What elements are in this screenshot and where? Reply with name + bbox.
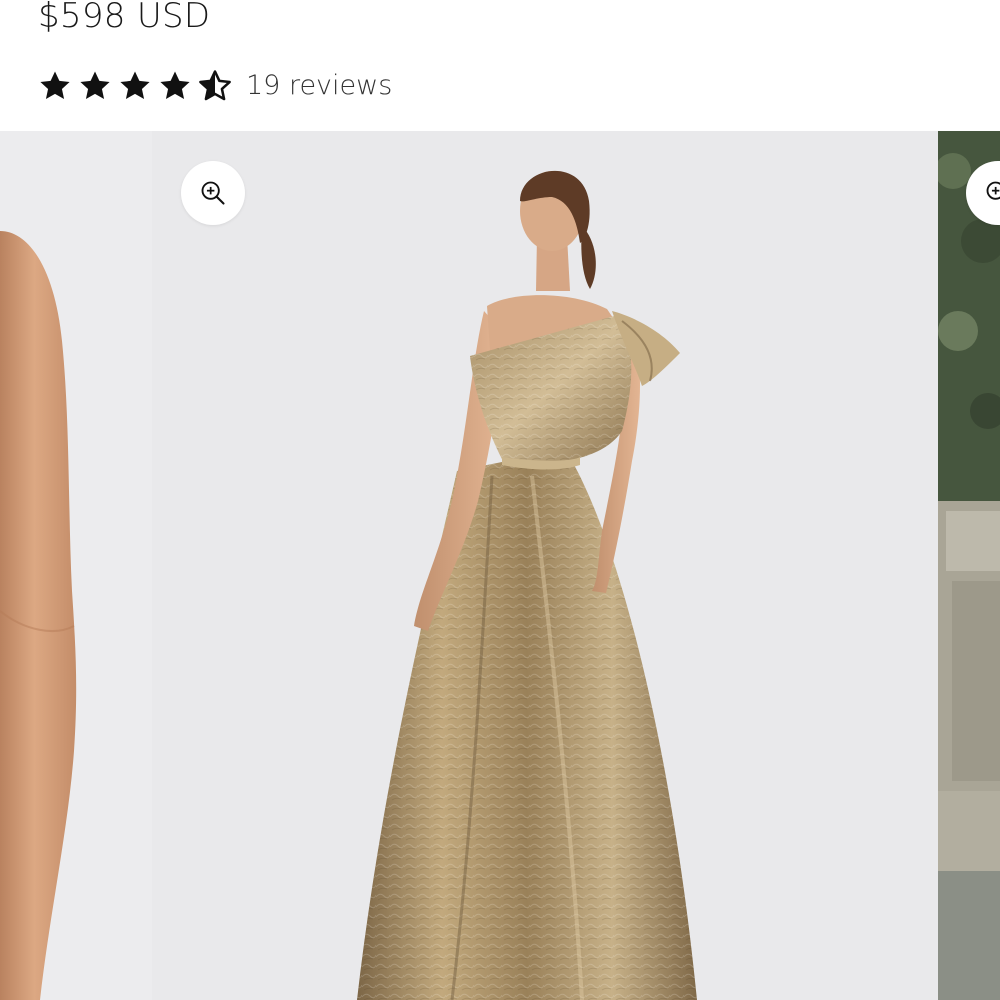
gallery-slide-gown-back[interactable] [152,131,938,1000]
star-full-icon [40,71,70,100]
product-price: $598 USD [38,0,211,36]
garden-stone-photo [938,131,1000,1000]
zoom-in-icon [201,181,225,205]
reviews-count-link[interactable]: 19 reviews [246,66,392,106]
product-header: $598 USD 19 reviews [0,0,1000,131]
star-half-icon [199,70,231,101]
gold-gown-back-view-photo [152,131,938,1000]
arm-closeup-photo [0,131,152,1000]
product-image-gallery[interactable] [0,131,1000,1000]
star-full-icon [80,71,110,100]
star-full-icon [120,71,150,100]
zoom-button[interactable] [181,161,245,225]
rating-stars [38,69,232,103]
gallery-slide-arm-closeup[interactable] [0,131,152,1000]
gallery-slide-garden[interactable] [938,131,1000,1000]
product-rating[interactable]: 19 reviews [38,66,392,106]
star-full-icon [160,71,190,100]
zoom-in-icon [986,181,1000,200]
